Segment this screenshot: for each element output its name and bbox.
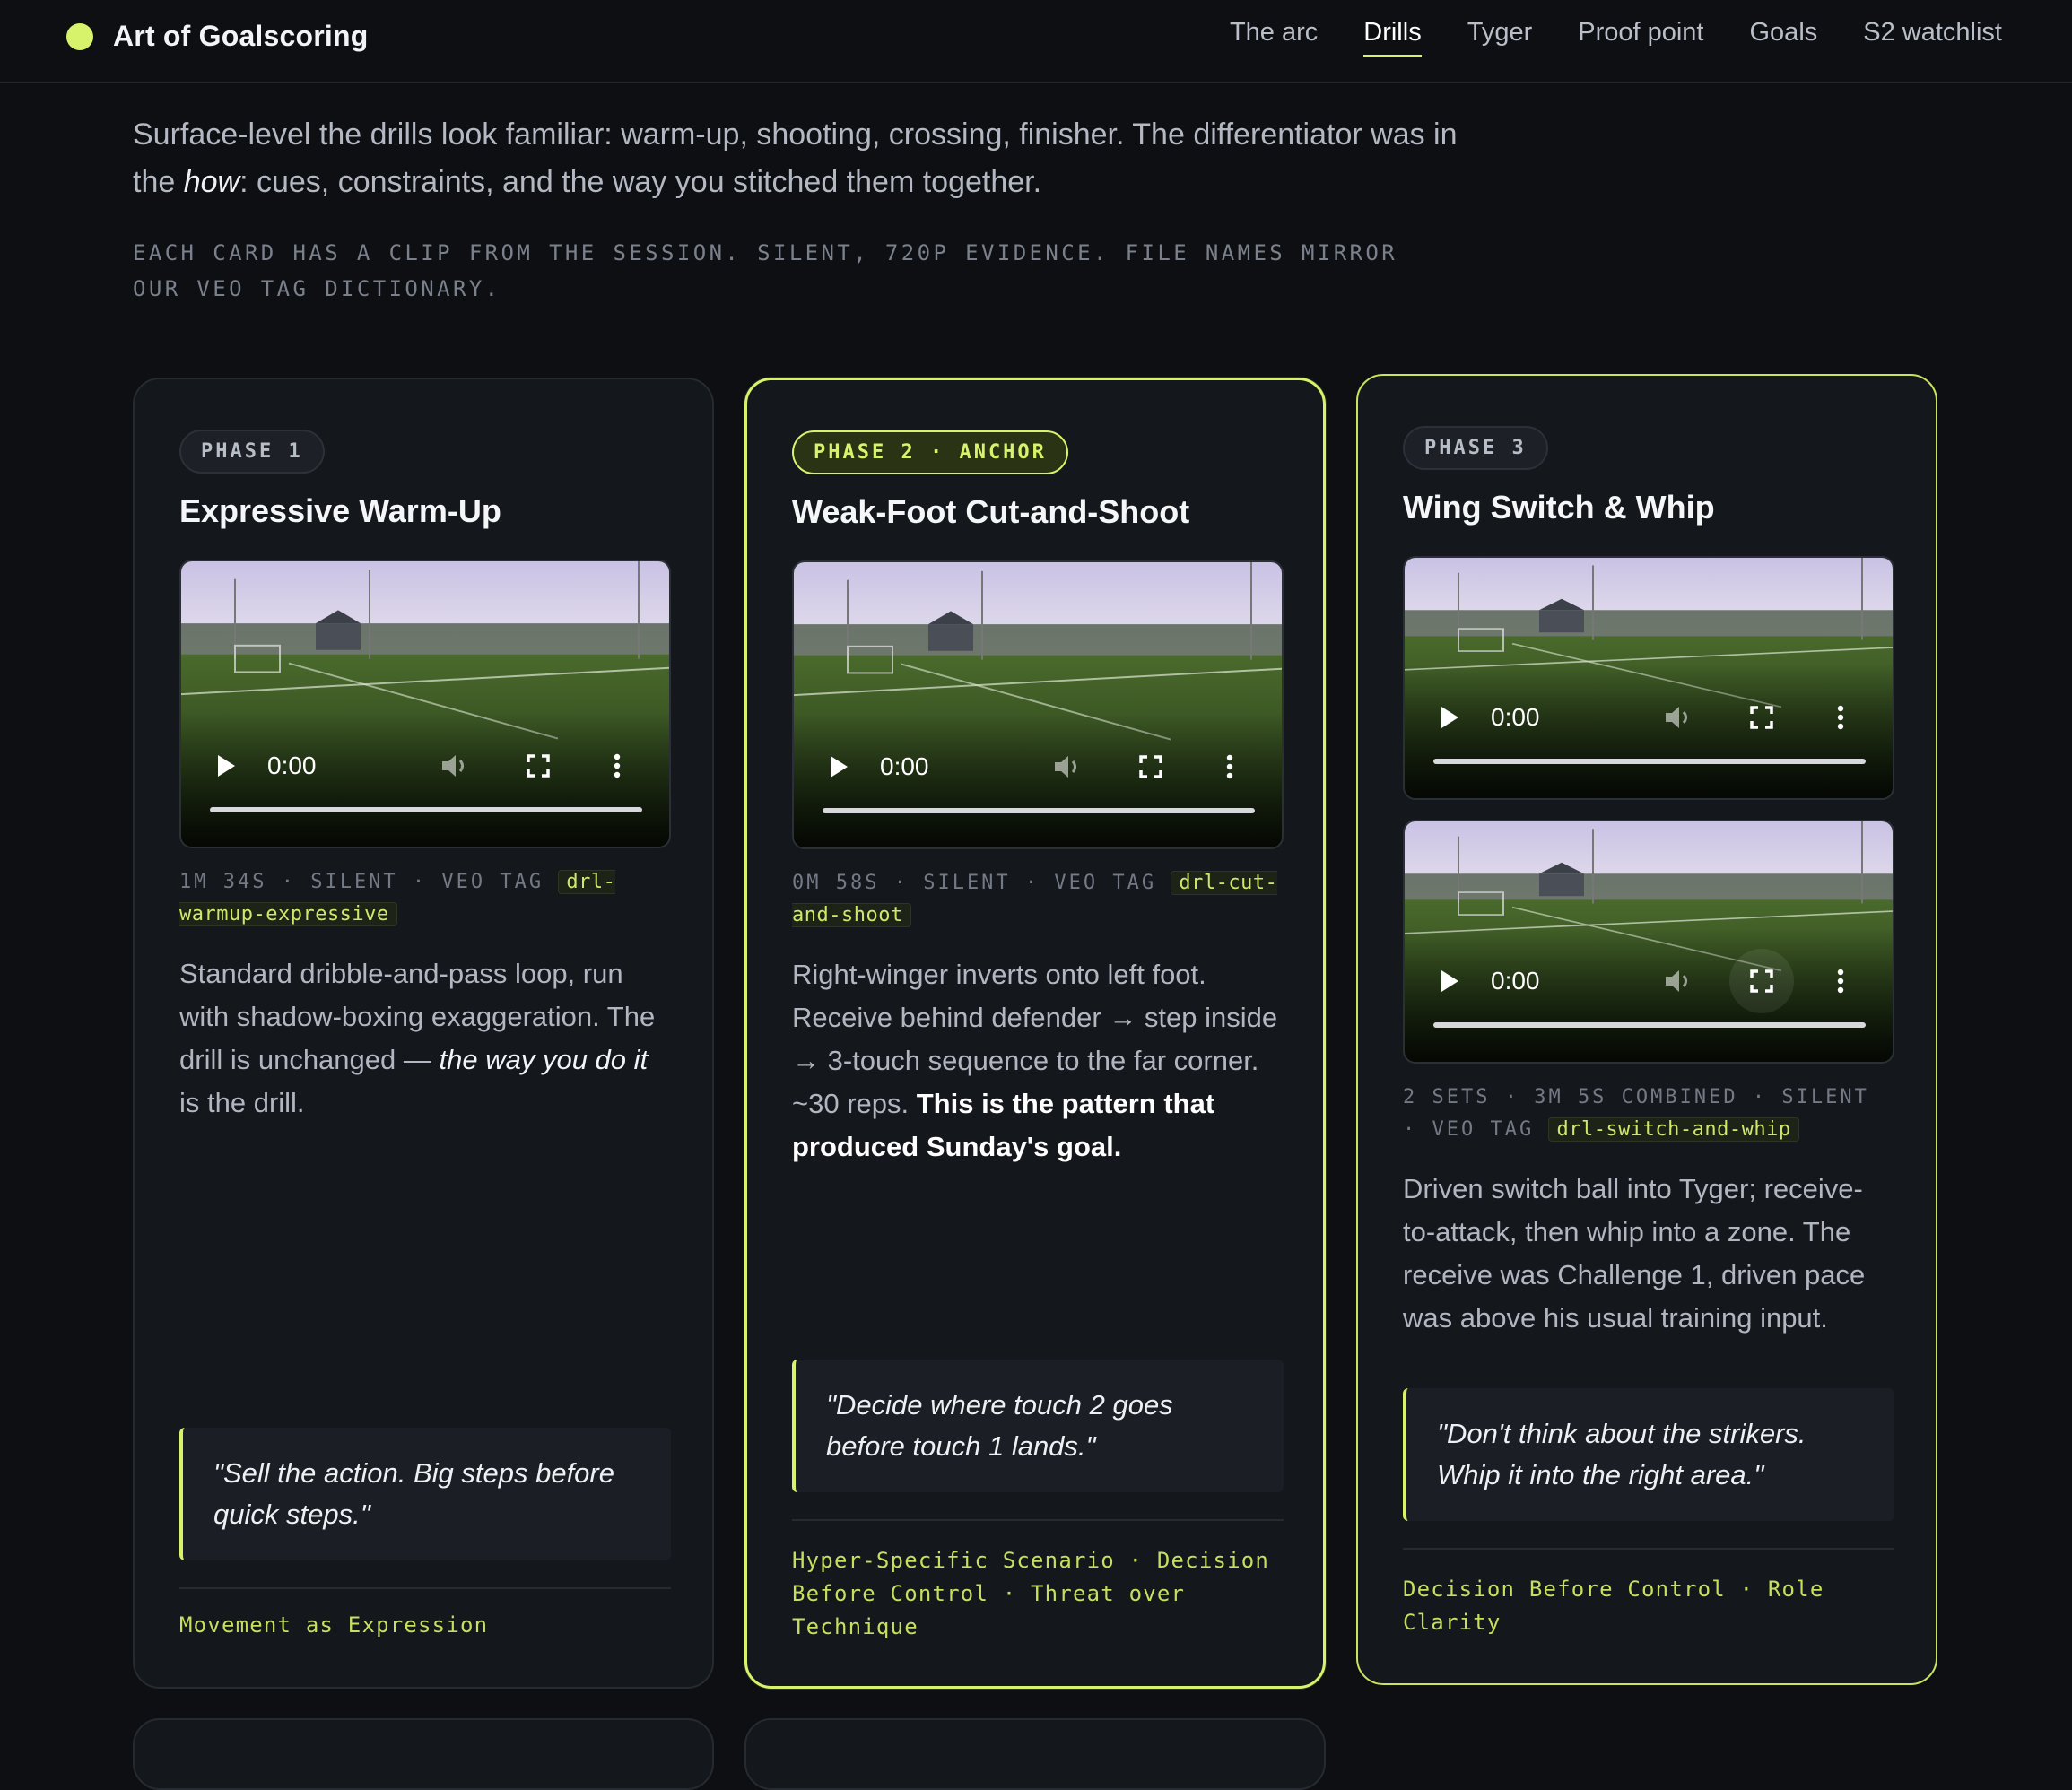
desc-text-2: is the drill. — [179, 1087, 305, 1118]
video-controls: 0:00 — [1405, 701, 1893, 755]
fullscreen-button[interactable] — [522, 750, 554, 782]
more-options-button[interactable] — [1832, 701, 1850, 734]
mute-button[interactable] — [1050, 751, 1086, 783]
video-player[interactable]: 0:00 — [179, 560, 671, 848]
video-player-set-1[interactable]: 0:00 — [1403, 556, 1894, 800]
drill-card-next-row-2 — [744, 1718, 1326, 1790]
speaker-icon — [442, 755, 464, 777]
kebab-menu-icon — [614, 753, 621, 778]
brand[interactable]: Art of Goalscoring — [66, 20, 369, 53]
clip-meta-text: 1M 34S · SILENT · VEO TAG — [179, 871, 559, 893]
nav-item-drills[interactable]: Drills — [1363, 18, 1422, 57]
play-button[interactable] — [823, 751, 855, 783]
play-button[interactable] — [1433, 701, 1466, 734]
card-divider — [1403, 1548, 1894, 1550]
mute-button[interactable] — [1661, 701, 1697, 734]
drill-description: Right-winger inverts onto left foot. Rec… — [792, 953, 1278, 1169]
card-title: Expressive Warm-Up — [179, 492, 501, 529]
nav-item-s2-watchlist[interactable]: S2 watchlist — [1863, 18, 2002, 57]
desc-emphasis: the way you do it — [439, 1044, 649, 1075]
video-progress-bar[interactable] — [1433, 759, 1866, 764]
intro-text-2: : cues, constraints, and the way you sti… — [239, 165, 1042, 199]
coach-quote: "Don't think about the strikers. Whip it… — [1403, 1388, 1894, 1521]
speaker-icon — [1055, 756, 1076, 778]
kebab-menu-icon — [1226, 754, 1233, 779]
brand-dot-icon — [66, 22, 93, 50]
speaker-icon — [1666, 707, 1687, 728]
mute-button[interactable] — [1661, 965, 1697, 997]
fullscreen-icon — [527, 754, 550, 778]
section-note: Each card has a clip from the session. S… — [133, 240, 1398, 301]
drill-card-next-row-1 — [133, 1718, 714, 1790]
video-time: 0:00 — [1491, 967, 1540, 995]
coach-quote: "Decide where touch 2 goes before touch … — [792, 1360, 1284, 1492]
nav-menu: The arc Drills Tyger Proof point Goals S… — [1184, 18, 2002, 57]
nav-item-proof-point[interactable]: Proof point — [1578, 18, 1703, 57]
card-divider — [179, 1587, 671, 1589]
drill-card-phase-3: PHASE 3 Wing Switch & Whip 0:00 0:00 2 S… — [1356, 374, 1937, 1685]
fullscreen-icon — [1750, 969, 1773, 993]
play-icon — [1441, 707, 1458, 728]
speaker-icon — [1666, 970, 1687, 992]
video-player[interactable]: 0:00 — [792, 560, 1284, 849]
clip-meta: 2 SETS · 3M 5S COMBINED · SILENT · VEO T… — [1403, 1082, 1891, 1146]
fullscreen-button[interactable] — [1746, 701, 1778, 734]
video-time: 0:00 — [880, 752, 929, 780]
top-nav-bar: Art of Goalscoring The arc Drills Tyger … — [0, 0, 2072, 83]
fullscreen-button[interactable] — [1135, 751, 1167, 783]
drill-description: Driven switch ball into Tyger; receive-t… — [1403, 1173, 1866, 1334]
card-title: Wing Switch & Whip — [1403, 489, 1715, 526]
more-options-button[interactable] — [608, 750, 626, 782]
video-time: 0:00 — [267, 752, 317, 779]
play-button[interactable] — [210, 750, 242, 782]
kebab-menu-icon — [1837, 969, 1844, 994]
video-player-set-2[interactable]: 0:00 — [1403, 820, 1894, 1064]
drill-card-phase-1: PHASE 1 Expressive Warm-Up 0:00 1M 34S ·… — [133, 378, 714, 1689]
play-icon — [218, 755, 235, 777]
drill-description: Standard dribble-and-pass loop, run with… — [179, 952, 667, 1125]
brand-name: Art of Goalscoring — [113, 20, 369, 52]
video-time: 0:00 — [1491, 703, 1540, 731]
section-intro: Surface-level the drills look familiar: … — [133, 111, 1478, 206]
fullscreen-icon — [1139, 755, 1162, 778]
fullscreen-icon — [1750, 706, 1773, 729]
play-button[interactable] — [1433, 965, 1466, 997]
play-icon — [831, 756, 848, 778]
video-progress-bar[interactable] — [1433, 1022, 1866, 1028]
video-progress-bar[interactable] — [210, 807, 642, 812]
clip-meta: 1M 34S · SILENT · VEO TAG drl-warmup-exp… — [179, 866, 667, 931]
kebab-menu-icon — [1837, 705, 1844, 730]
coach-quote: "Sell the action. Big steps before quick… — [179, 1428, 671, 1560]
video-controls: 0:00 — [794, 751, 1282, 804]
video-controls: 0:00 — [1405, 949, 1893, 1019]
card-divider — [792, 1519, 1284, 1521]
drill-card-phase-2-anchor: PHASE 2 · ANCHOR Weak-Foot Cut-and-Shoot — [744, 378, 1326, 1689]
mute-button[interactable] — [438, 750, 474, 782]
video-progress-bar[interactable] — [823, 808, 1255, 813]
more-options-button[interactable] — [1221, 751, 1239, 783]
principle-tags: Hyper-Specific Scenario · Decision Befor… — [792, 1548, 1270, 1639]
nav-item-tyger[interactable]: Tyger — [1467, 18, 1533, 57]
principle-tags: Decision Before Control · Role Clarity — [1403, 1577, 1824, 1635]
card-title: Weak-Foot Cut-and-Shoot — [792, 493, 1190, 530]
fullscreen-button[interactable] — [1729, 949, 1794, 1013]
video-controls: 0:00 — [181, 750, 669, 804]
principle-tags: Movement as Expression — [179, 1612, 489, 1638]
nav-item-the-arc[interactable]: The arc — [1230, 18, 1318, 57]
phase-badge-anchor: PHASE 2 · ANCHOR — [792, 430, 1068, 474]
clip-meta-text: 0M 58S · SILENT · VEO TAG — [792, 872, 1171, 894]
more-options-button[interactable] — [1832, 965, 1850, 997]
intro-emphasis: how — [183, 165, 240, 199]
clip-meta: 0M 58S · SILENT · VEO TAG drl-cut-and-sh… — [792, 867, 1278, 932]
phase-badge: PHASE 1 — [179, 430, 325, 474]
play-icon — [1441, 970, 1458, 992]
nav-item-goals[interactable]: Goals — [1750, 18, 1818, 57]
veo-tag: drl-switch-and-whip — [1548, 1117, 1799, 1142]
phase-badge: PHASE 3 — [1403, 426, 1548, 470]
